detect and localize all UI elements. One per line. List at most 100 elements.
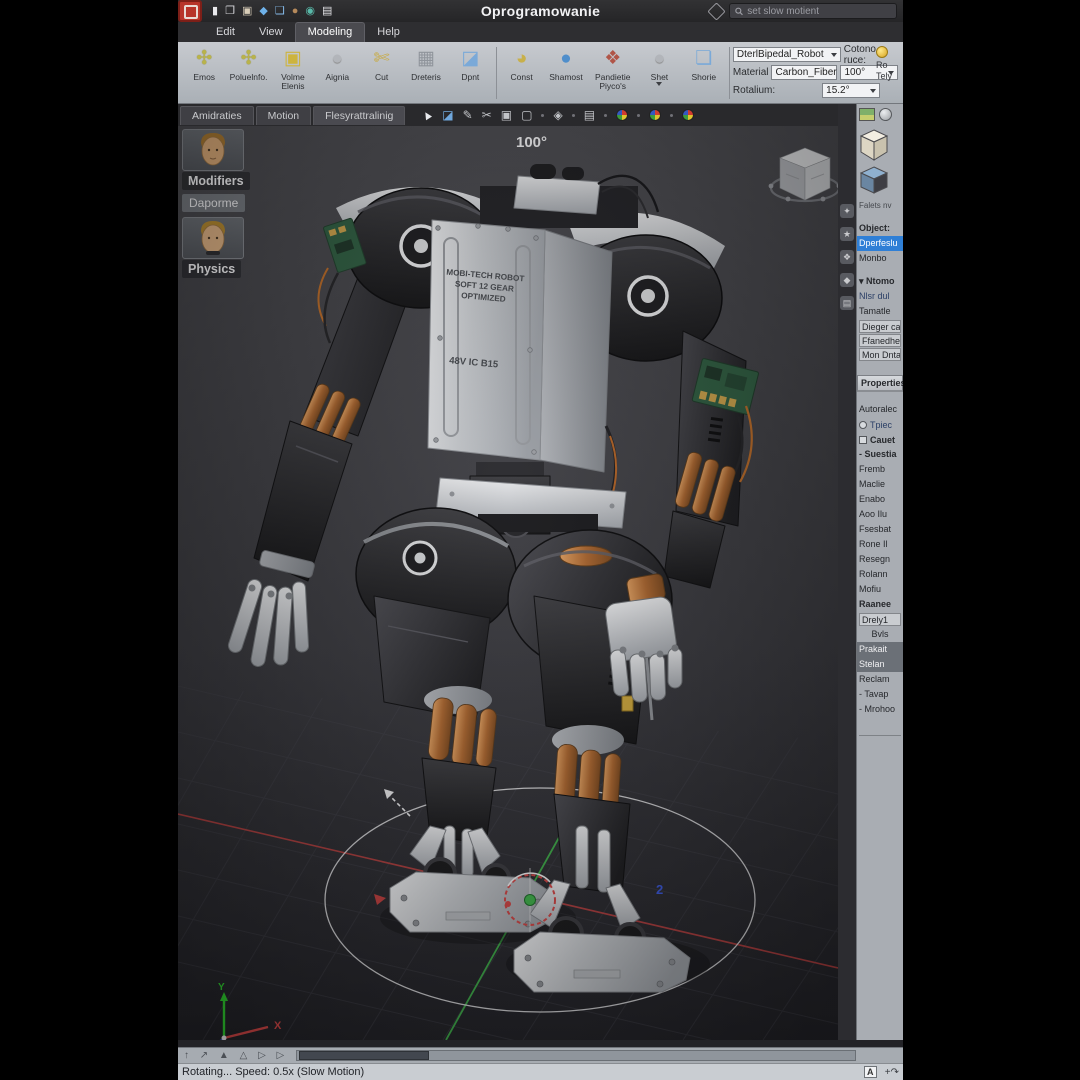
- yellow-orb-icon[interactable]: [876, 46, 888, 58]
- strip-tool-icon[interactable]: ★: [840, 227, 854, 241]
- ribbon-button-shamost[interactable]: ●Shamost: [544, 45, 588, 101]
- ribbon-button-shet[interactable]: ●Shet: [637, 45, 681, 101]
- property-item[interactable]: Resegn: [857, 552, 903, 567]
- gold-chip: [622, 696, 633, 711]
- auto-label: Autoralec: [857, 402, 903, 417]
- object-item[interactable]: Monbo: [857, 251, 903, 266]
- material-sphere-icon[interactable]: ●: [292, 6, 299, 17]
- property-item[interactable]: Rolann: [857, 567, 903, 582]
- footer-section[interactable]: - Tavap: [857, 687, 903, 702]
- ribbon-button-dreteris[interactable]: ▦Dreteris: [404, 45, 448, 101]
- properties-header[interactable]: Properties: [857, 375, 903, 392]
- strip-tool-icon[interactable]: ◆: [840, 273, 854, 287]
- ribbon-button-align[interactable]: ●Aignia: [315, 45, 359, 101]
- range-item[interactable]: Bvls: [857, 627, 903, 642]
- physics-button[interactable]: [182, 217, 244, 259]
- search-input[interactable]: [747, 6, 891, 17]
- geometry-cube-icon[interactable]: [859, 128, 889, 162]
- ribbon-button-const[interactable]: ◕Const: [499, 45, 543, 101]
- color-wheel-icon[interactable]: [649, 109, 661, 121]
- timeline-track[interactable]: [296, 1050, 856, 1061]
- range-section-label: Raanee: [857, 597, 903, 612]
- property-item[interactable]: Mofiu: [857, 582, 903, 597]
- color-wheel-icon[interactable]: [616, 109, 628, 121]
- viewport-3d[interactable]: ⊕: [178, 126, 838, 1040]
- ribbon-button-volume-elements[interactable]: ▣Volme Elenis: [271, 45, 315, 101]
- modifiers-button[interactable]: [182, 129, 244, 171]
- anim-item[interactable]: Tamatle: [857, 304, 903, 319]
- ribbon-label: Shet: [651, 73, 669, 82]
- footer-section[interactable]: - Mrohoo: [857, 702, 903, 717]
- object-item-selected[interactable]: Dperfeslu: [857, 236, 903, 251]
- anim-item[interactable]: Nlsr dul: [857, 289, 903, 304]
- palette-image-icon[interactable]: [859, 108, 875, 121]
- select-cursor-icon[interactable]: ▲: [419, 107, 435, 123]
- strip-tool-icon[interactable]: ▤: [840, 296, 854, 310]
- region-icon[interactable]: ◪: [442, 109, 453, 121]
- ribbon-button-dpnt[interactable]: ◪Dpnt: [448, 45, 492, 101]
- compass-icon[interactable]: [707, 2, 725, 20]
- property-item[interactable]: Enabo: [857, 492, 903, 507]
- keyframe-markers[interactable]: ↑ ↗ ▲ △ ▷ ▷: [178, 1050, 288, 1061]
- tab-motion[interactable]: Motion: [256, 106, 312, 125]
- pen-icon[interactable]: ✎: [463, 109, 473, 121]
- textured-cube-icon[interactable]: [859, 165, 889, 195]
- panel-tool-icon[interactable]: ▣: [501, 109, 512, 121]
- radio-option[interactable]: Tpiec: [857, 417, 903, 432]
- range-item-field[interactable]: Drely1: [859, 613, 901, 626]
- range-item[interactable]: Reclam: [857, 672, 903, 687]
- layers-tool-icon[interactable]: ▤: [584, 109, 595, 121]
- menu-edit[interactable]: Edit: [204, 23, 247, 42]
- strip-tool-icon[interactable]: ❖: [840, 250, 854, 264]
- scene-icon[interactable]: ▤: [322, 6, 332, 17]
- menu-view[interactable]: View: [247, 23, 295, 42]
- property-item[interactable]: Fremb: [857, 462, 903, 477]
- tab-animations[interactable]: Amidraties: [180, 106, 254, 125]
- rotation-select[interactable]: 15.2°: [822, 83, 880, 98]
- ribbon-button-particle-physics[interactable]: ❖Pandietie Piyco's: [588, 45, 637, 101]
- color-wheel-icon[interactable]: [682, 109, 694, 121]
- add-cursor-icon[interactable]: +↷: [885, 1067, 899, 1078]
- view-cube[interactable]: [769, 148, 838, 201]
- q-section-header[interactable]: - Suestia: [857, 447, 903, 462]
- cut-tool-icon[interactable]: ✂: [482, 109, 492, 121]
- anim-item-field[interactable]: Ffanedhe: [859, 334, 901, 347]
- property-item[interactable]: Aoo Ilu: [857, 507, 903, 522]
- range-item-selected[interactable]: Prakait: [857, 642, 903, 657]
- tab-physics[interactable]: Flesyrattralinig: [313, 106, 405, 125]
- property-item[interactable]: Rone Il: [857, 537, 903, 552]
- workspace-tab-bar: Amidraties Motion Flesyrattralinig ▲ ◪ ✎…: [178, 104, 838, 126]
- render-icon[interactable]: ◉: [305, 6, 315, 17]
- ribbon-button-shorie[interactable]: ❏Shorie: [682, 45, 726, 101]
- save-icon[interactable]: ▣: [242, 6, 252, 17]
- ribbon-button-poluelnfo[interactable]: ✣Poluelnfo.: [226, 45, 270, 101]
- annotate-icon[interactable]: A: [864, 1066, 877, 1078]
- clock-icon[interactable]: [879, 108, 892, 121]
- panel-blue-icon: ❏: [695, 47, 712, 71]
- new-file-icon[interactable]: ▮: [212, 6, 218, 17]
- side-tool-strip: ✦ ★ ❖ ◆ ▤: [838, 104, 856, 1040]
- strip-tool-icon[interactable]: ✦: [840, 204, 854, 218]
- anim-section-header[interactable]: ▾ Ntomo: [857, 274, 903, 289]
- range-item-selected[interactable]: Stelan: [857, 657, 903, 672]
- property-item[interactable]: Maclie: [857, 477, 903, 492]
- menu-modeling[interactable]: Modeling: [295, 22, 366, 42]
- daporme-button[interactable]: Daporme: [182, 194, 245, 212]
- anim-item-field[interactable]: Dieger ca: [859, 320, 901, 333]
- material-field[interactable]: Carbon_Fiber: [771, 65, 837, 80]
- ribbon-button-cut[interactable]: ✄Cut: [359, 45, 403, 101]
- object-select[interactable]: DterlBipedal_Robot: [733, 47, 841, 62]
- redo-icon[interactable]: ❑: [275, 6, 285, 17]
- app-logo-icon[interactable]: [178, 0, 202, 22]
- menu-help[interactable]: Help: [365, 23, 412, 42]
- ribbon-button-emos[interactable]: ✣Emos: [182, 45, 226, 101]
- timeline-slider-handle[interactable]: [299, 1051, 429, 1060]
- search-box[interactable]: [729, 3, 897, 19]
- frame-tool-icon[interactable]: ▢: [521, 109, 532, 121]
- checkbox-option[interactable]: Cauet: [857, 432, 903, 447]
- undo-icon[interactable]: ◆: [259, 6, 267, 17]
- property-item[interactable]: Fsesbat: [857, 522, 903, 537]
- material-tool-icon[interactable]: ◈: [553, 109, 562, 121]
- copy-icon[interactable]: ❐: [225, 6, 235, 17]
- anim-item-field[interactable]: Mon Dnta: [859, 348, 901, 361]
